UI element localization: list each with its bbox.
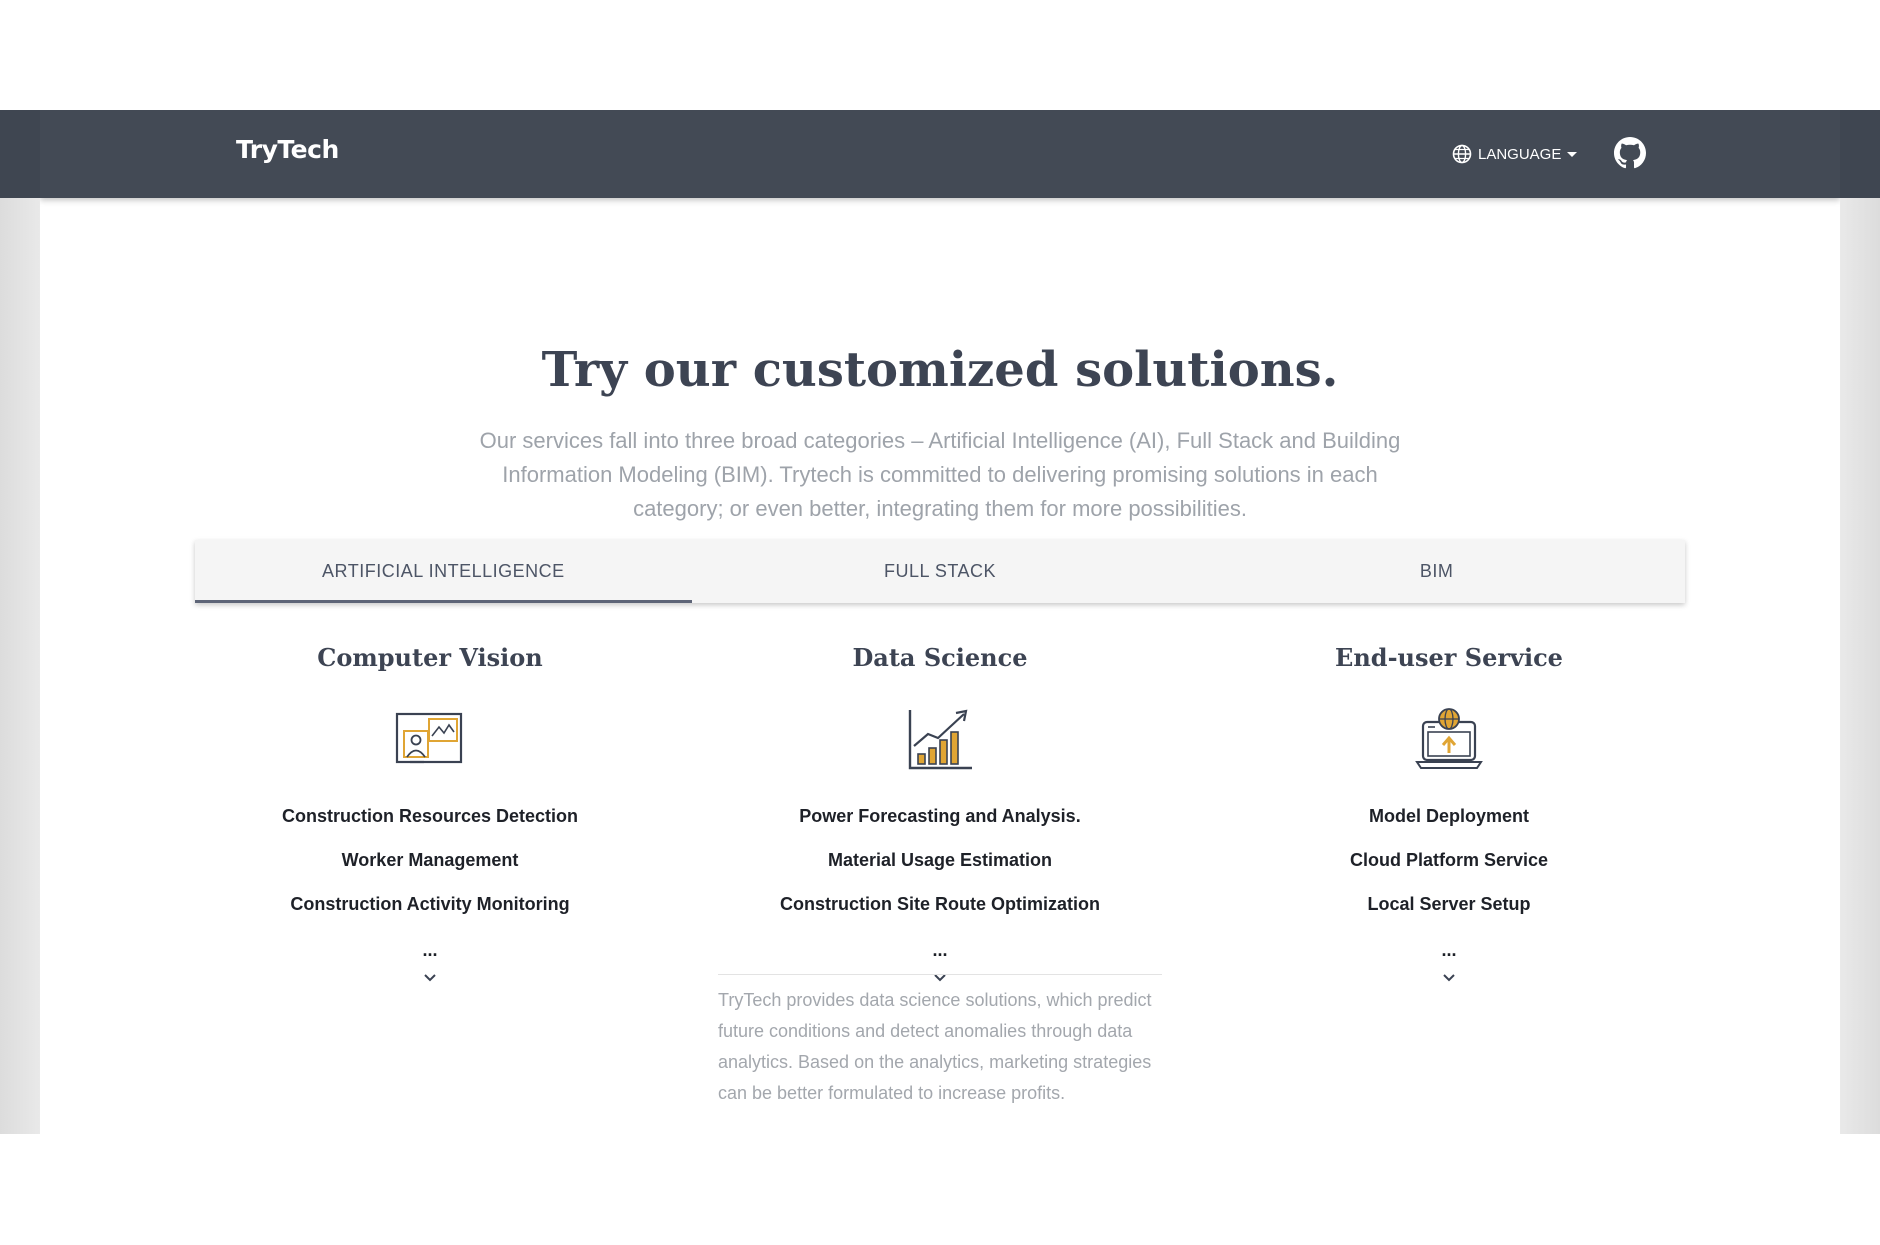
more-ellipsis: ... (932, 940, 948, 960)
service-card-computer-vision: Computer Vision Construction Resources D… (175, 640, 685, 988)
more-ellipsis: ... (422, 940, 438, 960)
service-item: Construction Resources Detection (281, 806, 579, 826)
category-tabs: ARTIFICIAL INTELLIGENCE FULL STACK BIM (195, 540, 1685, 603)
globe-icon (1452, 144, 1472, 164)
tab-full-stack[interactable]: FULL STACK (692, 540, 1189, 603)
service-item: Local Server Setup (1367, 894, 1531, 914)
tab-bim[interactable]: BIM (1188, 540, 1685, 603)
service-card-title: Data Science (852, 643, 1028, 672)
language-label: LANGUAGE (1478, 145, 1562, 163)
service-card-title: Computer Vision (317, 643, 543, 672)
service-card-end-user-service: End-user Service Model Deployment Cloud … (1194, 640, 1704, 988)
caret-down-icon (1567, 151, 1578, 157)
chevron-down-icon[interactable] (1439, 968, 1459, 988)
brand-logo[interactable]: TryTech (236, 135, 339, 164)
page-container: TryTech LANGUAGE Try our customized solu… (40, 110, 1840, 1134)
chevron-down-icon[interactable] (420, 968, 440, 988)
navbar: TryTech LANGUAGE (40, 110, 1840, 198)
language-dropdown[interactable]: LANGUAGE (1452, 140, 1578, 168)
service-item: Construction Site Route Optimization (780, 894, 1100, 914)
background-left-gutter (0, 198, 40, 1134)
service-item: Construction Activity Monitoring (290, 894, 570, 914)
page-title: Try our customized solutions. (541, 342, 1339, 398)
service-item: Material Usage Estimation (827, 850, 1053, 870)
background-right-gutter (1840, 198, 1880, 1134)
service-item: Power Forecasting and Analysis. (799, 806, 1081, 826)
growth-chart-icon (908, 709, 972, 770)
computer-vision-icon (395, 712, 463, 764)
github-icon[interactable] (1614, 137, 1646, 169)
data-science-details: TryTech provides data science solutions,… (718, 974, 1162, 1109)
tab-artificial-intelligence[interactable]: ARTIFICIAL INTELLIGENCE (195, 540, 692, 603)
more-ellipsis: ... (1441, 940, 1457, 960)
laptop-upload-icon (1415, 708, 1483, 769)
service-item: Worker Management (341, 850, 519, 870)
service-card-data-science: Data Science Power Forecasting and Analy… (685, 640, 1195, 988)
page-description: Our services fall into three broad categ… (479, 428, 1401, 521)
service-item: Model Deployment (1368, 806, 1529, 826)
service-card-title: End-user Service (1335, 643, 1563, 672)
service-item: Cloud Platform Service (1349, 850, 1549, 870)
